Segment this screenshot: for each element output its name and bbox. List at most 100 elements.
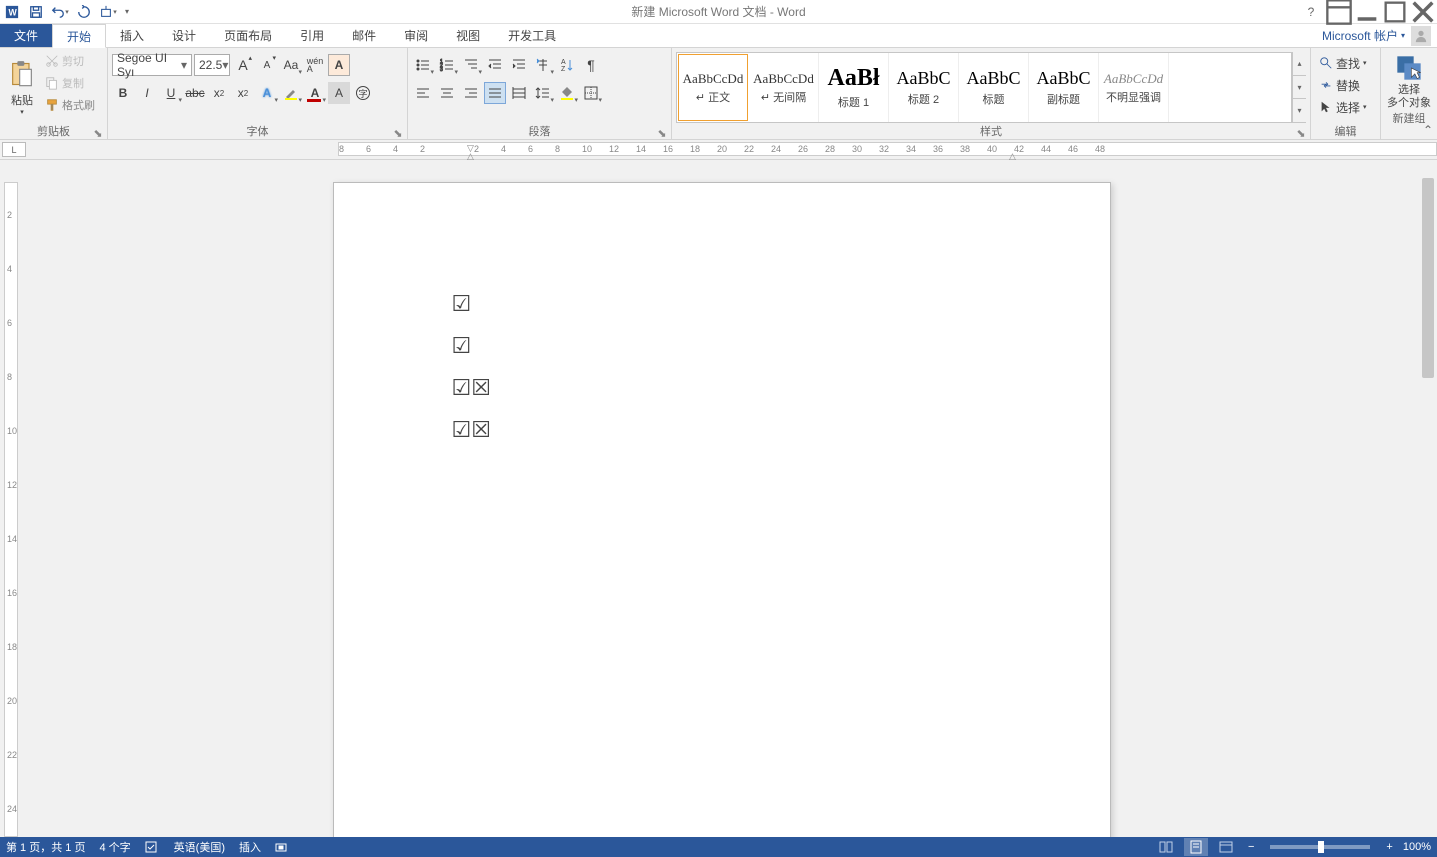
maximize-icon[interactable] — [1381, 0, 1409, 24]
close-icon[interactable] — [1409, 0, 1437, 24]
highlight-icon[interactable]: ▾ — [280, 82, 302, 104]
view-print-layout-icon[interactable] — [1184, 838, 1208, 856]
document-line[interactable]: ☑☒ — [452, 367, 992, 409]
bold-icon[interactable]: B — [112, 82, 134, 104]
font-dialog-launcher-icon[interactable]: ⬊ — [393, 127, 403, 137]
select-button[interactable]: 选择 ▾ — [1315, 96, 1371, 118]
status-page[interactable]: 第 1 页，共 1 页 — [6, 839, 85, 855]
touch-mode-icon[interactable]: ▾ — [96, 0, 120, 24]
word-app-icon[interactable]: W — [0, 0, 24, 24]
paragraph-dialog-launcher-icon[interactable]: ⬊ — [657, 127, 667, 137]
replace-button[interactable]: 替换 — [1315, 74, 1364, 96]
multilevel-list-icon[interactable]: ▾ — [460, 54, 482, 76]
account-area[interactable]: Microsoft 帐户 ▾ — [1322, 24, 1437, 47]
align-right-icon[interactable] — [460, 82, 482, 104]
italic-icon[interactable]: I — [136, 82, 158, 104]
page-scroll-area[interactable]: ☑☑☑☒☑☒ — [24, 160, 1419, 837]
change-case-icon[interactable]: Aa▾ — [280, 54, 302, 76]
help-icon[interactable]: ? — [1297, 0, 1325, 24]
asian-layout-icon[interactable]: ▾ — [532, 54, 554, 76]
save-icon[interactable] — [24, 0, 48, 24]
tab-view[interactable]: 视图 — [442, 24, 494, 47]
gallery-more-icon[interactable]: ▾ — [1293, 99, 1306, 123]
copy-button[interactable]: 复制 — [42, 72, 98, 94]
line-spacing-icon[interactable]: ▾ — [532, 82, 554, 104]
status-language[interactable]: 英语(美国) — [174, 839, 225, 855]
view-read-mode-icon[interactable] — [1154, 838, 1178, 856]
distributed-icon[interactable] — [508, 82, 530, 104]
status-insert-mode[interactable]: 插入 — [239, 839, 261, 855]
style-item-6[interactable]: AaBbCcDd不明显强调 — [1099, 53, 1169, 122]
tab-design[interactable]: 设计 — [158, 24, 210, 47]
find-button[interactable]: 查找 ▾ — [1315, 52, 1371, 74]
font-size-combo[interactable]: 22.5▾ — [194, 54, 230, 76]
minimize-icon[interactable] — [1353, 0, 1381, 24]
tab-review[interactable]: 审阅 — [390, 24, 442, 47]
zoom-level[interactable]: 100% — [1403, 841, 1431, 853]
vertical-ruler[interactable]: 2468101214161820222426 — [0, 160, 24, 837]
tab-insert[interactable]: 插入 — [106, 24, 158, 47]
style-item-4[interactable]: AaBbC标题 — [959, 53, 1029, 122]
status-proofing-icon[interactable] — [145, 841, 160, 853]
shading-icon[interactable]: ▾ — [556, 82, 578, 104]
font-name-combo[interactable]: Segoe UI Syı▾ — [112, 54, 192, 76]
character-shading-icon[interactable]: A — [328, 82, 350, 104]
underline-icon[interactable]: U▾ — [160, 82, 182, 104]
bullets-icon[interactable]: ▾ — [412, 54, 434, 76]
view-web-layout-icon[interactable] — [1214, 838, 1238, 856]
clipboard-dialog-launcher-icon[interactable]: ⬊ — [93, 127, 103, 137]
subscript-icon[interactable]: x2 — [208, 82, 230, 104]
style-item-2[interactable]: AaBł标题 1 — [819, 53, 889, 122]
collapse-ribbon-icon[interactable]: ⌃ — [1423, 123, 1433, 137]
style-item-0[interactable]: AaBbCcDd↵ 正文 — [678, 54, 748, 121]
cut-button[interactable]: 剪切 — [42, 50, 98, 72]
document-page[interactable]: ☑☑☑☒☑☒ — [333, 182, 1111, 837]
tab-developer[interactable]: 开发工具 — [494, 24, 570, 47]
qat-customize-icon[interactable]: ▾ — [120, 0, 134, 24]
enclose-characters-icon[interactable]: 字 — [352, 82, 374, 104]
align-center-icon[interactable] — [436, 82, 458, 104]
zoom-slider[interactable] — [1270, 845, 1370, 849]
phonetic-guide-icon[interactable]: wénA — [304, 54, 326, 76]
strikethrough-icon[interactable]: abc — [184, 82, 206, 104]
zoom-out-icon[interactable]: − — [1244, 841, 1258, 853]
text-effects-icon[interactable]: A▾ — [256, 82, 278, 104]
paste-button[interactable]: 粘贴 ▾ — [4, 50, 40, 122]
sort-icon[interactable]: AZ — [556, 54, 578, 76]
tab-file[interactable]: 文件 — [0, 24, 52, 47]
select-multiple-objects-button[interactable]: 选择 多个对象 — [1385, 50, 1433, 110]
document-line[interactable]: ☑ — [452, 325, 992, 367]
tab-mailings[interactable]: 邮件 — [338, 24, 390, 47]
tab-layout[interactable]: 页面布局 — [210, 24, 286, 47]
tab-references[interactable]: 引用 — [286, 24, 338, 47]
horizontal-ruler[interactable]: ▽ △ △ 8642246810121416182022242628303234… — [28, 140, 1437, 159]
format-painter-button[interactable]: 格式刷 — [42, 94, 98, 116]
document-line[interactable]: ☑ — [452, 283, 992, 325]
align-left-icon[interactable] — [412, 82, 434, 104]
superscript-icon[interactable]: x2 — [232, 82, 254, 104]
borders-icon[interactable]: ▾ — [580, 82, 602, 104]
gallery-up-icon[interactable]: ▴ — [1293, 52, 1306, 76]
undo-icon[interactable]: ▾ — [48, 0, 72, 24]
align-justify-icon[interactable] — [484, 82, 506, 104]
grow-font-icon[interactable]: A▴ — [232, 54, 254, 76]
style-item-1[interactable]: AaBbCcDd↵ 无间隔 — [749, 53, 819, 122]
vertical-scrollbar[interactable] — [1419, 160, 1437, 837]
style-item-3[interactable]: AaBbC标题 2 — [889, 53, 959, 122]
zoom-in-icon[interactable]: + — [1382, 841, 1396, 853]
show-marks-icon[interactable]: ¶ — [580, 54, 602, 76]
increase-indent-icon[interactable] — [508, 54, 530, 76]
status-words[interactable]: 4 个字 — [99, 839, 130, 855]
ribbon-display-icon[interactable] — [1325, 0, 1353, 24]
decrease-indent-icon[interactable] — [484, 54, 506, 76]
numbering-icon[interactable]: 123▾ — [436, 54, 458, 76]
styles-dialog-launcher-icon[interactable]: ⬊ — [1296, 127, 1306, 137]
tab-home[interactable]: 开始 — [52, 24, 106, 48]
style-item-5[interactable]: AaBbC副标题 — [1029, 53, 1099, 122]
shrink-font-icon[interactable]: A▾ — [256, 54, 278, 76]
status-macro-icon[interactable] — [275, 841, 290, 853]
tab-selector-icon[interactable]: L — [2, 142, 26, 157]
character-border-icon[interactable]: A — [328, 54, 350, 76]
redo-icon[interactable] — [72, 0, 96, 24]
document-line[interactable]: ☑☒ — [452, 409, 992, 451]
